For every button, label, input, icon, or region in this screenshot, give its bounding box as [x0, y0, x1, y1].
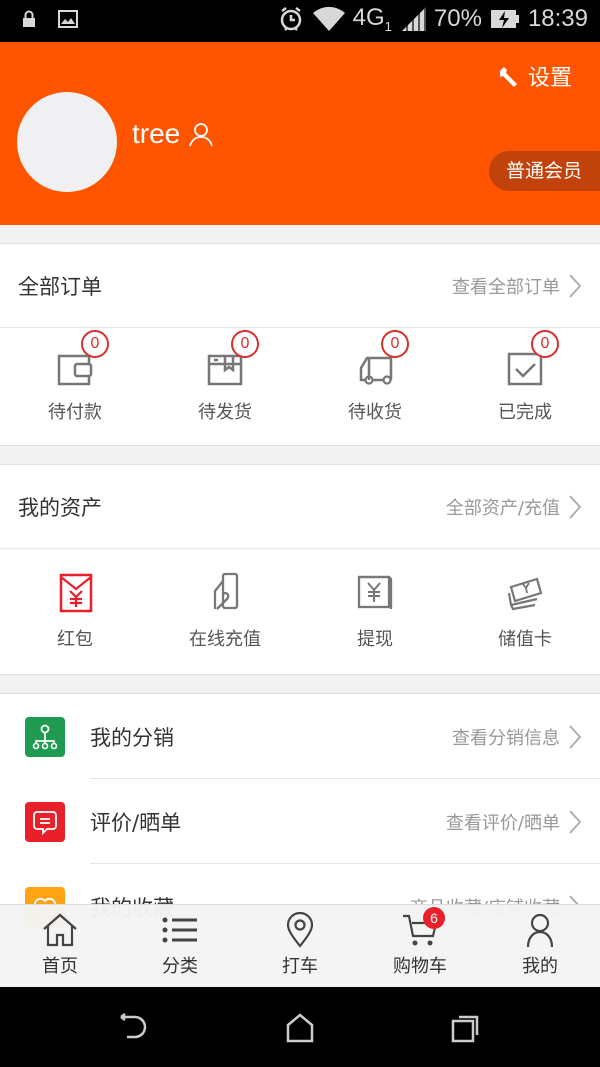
member-level-badge[interactable]: 普通会员 [488, 151, 600, 191]
signal-icon [401, 6, 426, 31]
assets-title: 我的资产 [18, 495, 102, 520]
count-badge: 0 [231, 330, 259, 358]
all-assets-text: 全部资产/充值 [445, 497, 560, 519]
asset-label: 储值卡 [498, 629, 552, 650]
user-icon [526, 913, 554, 948]
distribution-tree-icon [25, 716, 65, 757]
orders-card: 全部订单 查看全部订单 0 待付款 0 待发货 0 待收货 0 已完成 [0, 243, 600, 446]
view-all-orders-link[interactable]: 查看全部订单 [452, 273, 582, 299]
recharge-card-icon [213, 572, 239, 610]
count-badge: 0 [381, 330, 409, 358]
menu-item-title: 评价/晒单 [90, 810, 182, 835]
avatar[interactable] [17, 92, 117, 192]
asset-online-recharge[interactable]: 在线充值 [150, 549, 300, 674]
tab-label: 我的 [522, 956, 558, 977]
count-badge: 0 [531, 330, 559, 358]
tab-me[interactable]: 我的 [480, 905, 600, 987]
cart-count-badge: 6 [423, 907, 445, 929]
order-completed[interactable]: 0 已完成 [450, 328, 600, 445]
chevron-right-icon [569, 809, 582, 834]
order-status-label: 已完成 [498, 402, 552, 423]
menu-item-link: 查看评价/晒单 [446, 809, 582, 835]
order-status-label: 待付款 [48, 402, 102, 423]
view-all-orders-text: 查看全部订单 [452, 276, 560, 298]
order-status-label: 待发货 [198, 402, 252, 423]
menu-item-distribution[interactable]: 我的分销 查看分销信息 [0, 694, 600, 779]
back-icon[interactable] [117, 1013, 149, 1043]
red-envelope-icon [59, 573, 93, 613]
tab-cart[interactable]: 6 购物车 [360, 905, 480, 987]
all-assets-link[interactable]: 全部资产/充值 [446, 494, 582, 520]
asset-withdraw[interactable]: 提现 [300, 549, 450, 674]
recents-icon[interactable] [450, 1013, 482, 1043]
order-status-label: 待收货 [348, 402, 402, 423]
chevron-right-icon [569, 273, 582, 298]
settings-button[interactable]: 设置 [496, 60, 572, 92]
count-badge: 0 [81, 330, 109, 358]
user-icon [189, 123, 214, 147]
asset-label: 红包 [57, 629, 93, 650]
list-icon [162, 917, 197, 943]
home-icon[interactable] [284, 1013, 316, 1043]
comment-icon [25, 801, 65, 842]
order-pending-payment[interactable]: 0 待付款 [0, 328, 150, 445]
wifi-icon [312, 6, 345, 31]
home-icon [43, 913, 77, 947]
tab-home[interactable]: 首页 [0, 905, 120, 987]
network-type: 4G1 [352, 4, 392, 34]
system-nav-bar [0, 987, 600, 1067]
profile-header: 设置 tree 普通会员 [0, 42, 600, 225]
tab-label: 打车 [282, 956, 318, 977]
image-icon [58, 10, 78, 28]
asset-label: 提现 [357, 629, 393, 650]
asset-red-envelope[interactable]: 红包 [0, 549, 150, 674]
stored-value-card-icon [507, 577, 543, 611]
chevron-right-icon [569, 494, 582, 519]
profile-screen: 设置 tree 普通会员 全部订单 查看全部订单 0 待付款 0 待发货 0 待… [0, 42, 600, 987]
order-status-grid: 0 待付款 0 待发货 0 待收货 0 已完成 [0, 328, 600, 445]
battery-percent: 70% [433, 4, 482, 32]
asset-stored-value-card[interactable]: 储值卡 [450, 549, 600, 674]
tab-label: 分类 [162, 956, 198, 977]
battery-charging-icon [490, 9, 519, 28]
order-pending-shipment[interactable]: 0 待发货 [150, 328, 300, 445]
orders-header[interactable]: 全部订单 查看全部订单 [0, 244, 600, 328]
location-pin-icon [286, 912, 314, 948]
bottom-tab-bar: 首页 分类 打车 6 购物车 我的 [0, 904, 600, 987]
menu-item-reviews[interactable]: 评价/晒单 查看评价/晒单 [0, 779, 600, 864]
menu-item-title: 我的分销 [90, 725, 174, 750]
tab-categories[interactable]: 分类 [120, 905, 240, 987]
orders-title: 全部订单 [18, 274, 102, 299]
asset-label: 在线充值 [189, 629, 261, 650]
assets-header[interactable]: 我的资产 全部资产/充值 [0, 465, 600, 549]
order-pending-receipt[interactable]: 0 待收货 [300, 328, 450, 445]
wrench-icon [499, 67, 517, 87]
username-text: tree [132, 118, 181, 149]
withdraw-icon [357, 575, 393, 609]
clock: 18:39 [527, 4, 588, 32]
status-bar: 4G1 70% 18:39 [0, 0, 600, 42]
tab-label: 购物车 [393, 956, 447, 977]
menu-item-link-text: 查看评价/晒单 [445, 812, 560, 834]
chevron-right-icon [569, 724, 582, 749]
menu-item-link: 查看分销信息 [452, 724, 582, 750]
username[interactable]: tree [132, 118, 214, 150]
menu-item-link-text: 查看分销信息 [452, 727, 560, 749]
tab-label: 首页 [42, 956, 78, 977]
settings-label: 设置 [527, 66, 572, 91]
assets-grid: 红包 在线充值 提现 储值卡 [0, 549, 600, 674]
assets-card: 我的资产 全部资产/充值 红包 在线充值 提现 储值卡 [0, 464, 600, 675]
lock-icon [23, 10, 35, 27]
alarm-icon [280, 6, 301, 31]
tab-taxi[interactable]: 打车 [240, 905, 360, 987]
